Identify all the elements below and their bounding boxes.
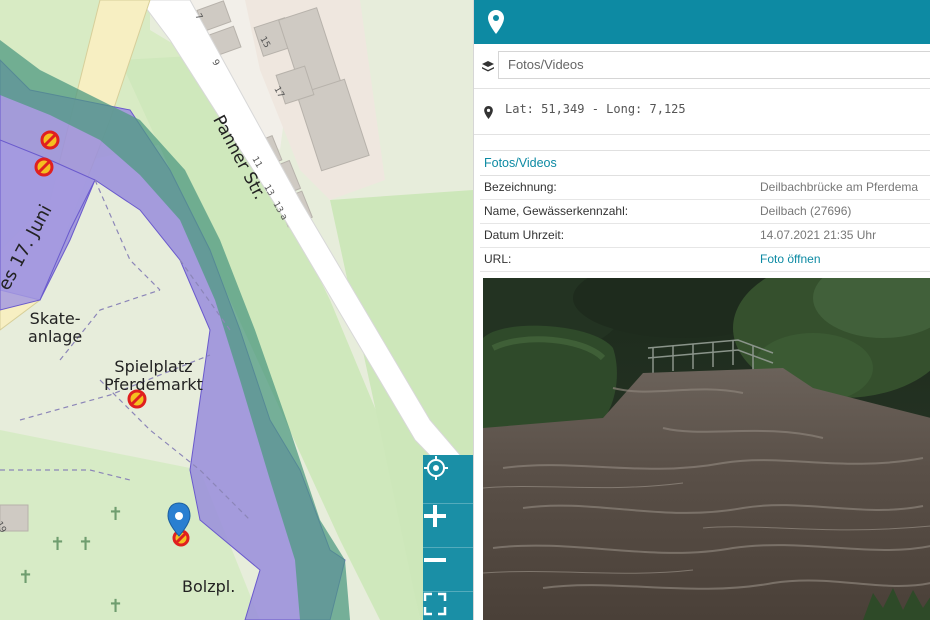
layer-select[interactable]: Fotos/Videos [498,51,930,79]
zoom-in-button[interactable] [423,503,473,548]
map-pin-icon [484,106,493,119]
locate-button[interactable] [423,455,473,499]
map-controls [423,455,473,620]
info-title: Fotos/Videos [480,151,930,176]
info-row: Name, Gewässerkennzahl: Deilbach (27696) [480,200,930,224]
map-pin-icon [488,10,504,34]
zoom-out-button[interactable] [423,547,473,592]
info-value: 14.07.2021 21:35 Uhr [760,228,877,242]
layer-selector-row: Fotos/Videos [474,44,930,89]
svg-text:✝: ✝ [108,596,123,617]
svg-text:✝: ✝ [78,534,93,555]
feature-info-table: Fotos/Videos Bezeichnung: Deilbachbrücke… [480,150,930,272]
label-spielplatz-line2: Pferdemarkt [104,375,203,394]
coordinates-row: Lat: 51,349 - Long: 7,125 [474,90,930,135]
plus-icon [424,505,446,527]
label-bolzplatz: Bolzpl. [182,577,236,596]
label-skate-line2: anlage [28,327,83,346]
minus-icon [424,558,446,562]
panel-header [474,0,930,44]
svg-text:✝: ✝ [108,504,123,525]
info-row: URL: Foto öffnen [480,248,930,272]
flood-photo [483,278,930,620]
info-label: URL: [484,252,512,266]
coordinates-text: Lat: 51,349 - Long: 7,125 [505,102,686,116]
info-panel: Fotos/Videos Lat: 51,349 - Long: 7,125 F… [473,0,930,620]
label-skate: Skate- anlage [28,310,82,346]
info-label: Datum Uhrzeit: [484,228,565,242]
info-label: Name, Gewässerkennzahl: [484,204,629,218]
label-skate-line1: Skate- [29,309,81,328]
info-value: Deilbachbrücke am Pferdema [760,180,919,194]
info-label: Bezeichnung: [484,180,557,194]
fullscreen-button[interactable] [423,591,473,620]
photo-open-link[interactable]: Foto öffnen [760,248,821,271]
label-spielplatz-line1: Spielplatz [114,357,193,376]
svg-text:✝: ✝ [50,534,65,555]
label-spielplatz: Spielplatz Pferdemarkt [104,358,203,394]
info-row: Datum Uhrzeit: 14.07.2021 21:35 Uhr [480,224,930,248]
expand-icon [423,592,447,616]
svg-text:✝: ✝ [18,567,33,588]
locate-crosshair-icon [424,456,448,480]
map-view[interactable]: ✝ ✝ ✝ ✝ ✝ es 17. Juni Panner Str. 7 9 15… [0,0,473,620]
info-row: Bezeichnung: Deilbachbrücke am Pferdema [480,176,930,200]
layers-icon [482,61,494,72]
info-value: Deilbach (27696) [760,204,852,218]
